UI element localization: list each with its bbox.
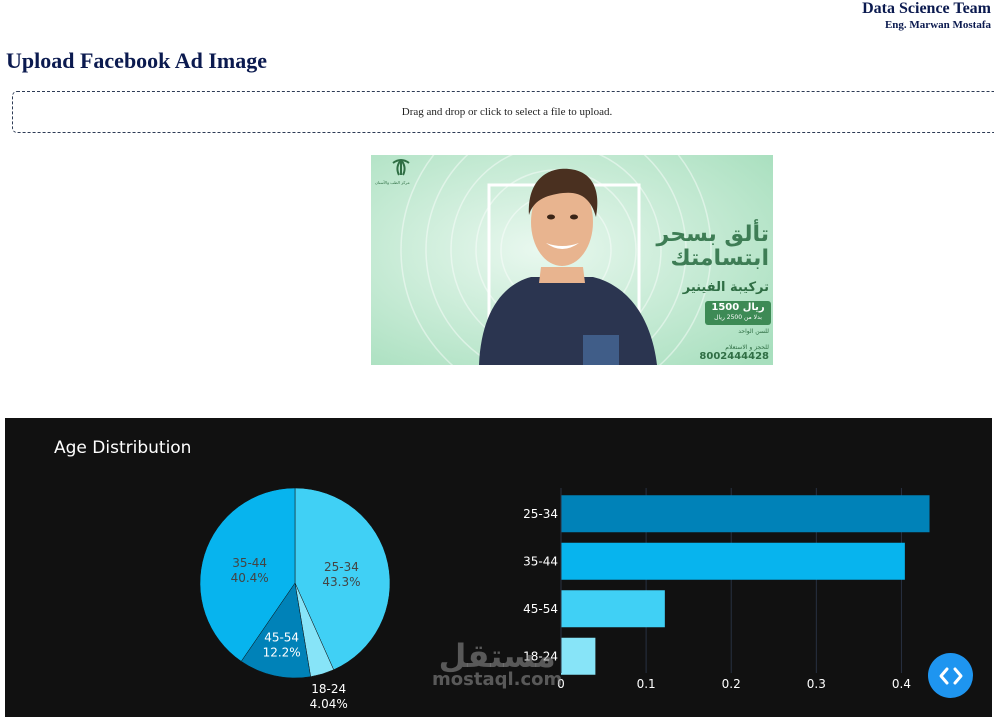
ad-contact-label: للحجز و الاستعلام	[725, 344, 769, 351]
bar-xtick-label: 0.2	[722, 677, 741, 691]
bar-category-label: 35-44	[523, 554, 558, 568]
code-brackets-icon	[939, 667, 962, 684]
team-title: Data Science Team	[862, 0, 991, 17]
bar-category-label: 18-24	[523, 649, 558, 663]
pie-label-18-24: 18-24	[311, 682, 346, 696]
pie-label-25-34: 25-34	[324, 560, 359, 574]
pie-label-35-44: 35-44	[232, 556, 267, 570]
bar-xtick-label: 0.4	[892, 677, 911, 691]
ad-price-badge: 1500 ريال بدلا من 2500 ريال	[705, 301, 771, 325]
file-upload-dropzone[interactable]: Drag and drop or click to select a file …	[12, 91, 994, 133]
bar-category-label: 45-54	[523, 602, 558, 616]
bar-xtick-label: 0.1	[637, 677, 656, 691]
pie-value-25-34: 43.3%	[322, 575, 360, 589]
man-neck	[539, 267, 585, 283]
chart-title: Age Distribution	[54, 438, 191, 458]
bar-35-44[interactable]	[561, 542, 905, 580]
pie-value-18-24: 4.04%	[310, 697, 348, 711]
ad-phone: 8002444428	[699, 351, 769, 362]
ad-service: تركيبة الفينير	[682, 280, 769, 295]
bar-chart: 0 0.1 0.2 0.3 0.4 25-34 35-44 45-54 18-24	[523, 488, 930, 691]
pie-label-45-54: 45-54	[264, 630, 299, 644]
bar-xtick-label: 0	[557, 677, 565, 691]
pie-chart: 25-3443.3% 18-244.04% 45-5412.2% 35-4440.4%	[199, 487, 391, 711]
ad-headline-line2: ابتسامتك	[670, 246, 769, 271]
pie-value-35-44: 40.4%	[231, 571, 269, 585]
uploaded-ad-image: مركز الطب والأسنان تألق بسحر ابتسامتك تر…	[371, 155, 773, 365]
page-title: Upload Facebook Ad Image	[6, 48, 267, 73]
bar-18-24[interactable]	[561, 637, 596, 675]
bar-xtick-label: 0.3	[807, 677, 826, 691]
code-toggle-button[interactable]	[928, 653, 973, 698]
upload-prompt: Drag and drop or click to select a file …	[401, 106, 613, 118]
ad-headline: تألق بسحر ابتسامتك	[657, 223, 769, 271]
age-distribution-panel: Age Distribution 25-34 43.3% 18-24 4.04% 45-…	[5, 418, 992, 717]
pie-value-45-54: 12.2%	[263, 645, 301, 659]
bar-category-label: 25-34	[523, 507, 558, 521]
team-header: Data Science Team Eng. Marwan Mostafa	[862, 0, 991, 32]
bar-25-34[interactable]	[561, 495, 930, 533]
ad-headline-line1: تألق بسحر	[656, 222, 769, 247]
age-distribution-chart: Age Distribution 25-3443.3%18-244.04%45-…	[54, 438, 930, 711]
author-name: Eng. Marwan Mostafa	[884, 19, 991, 31]
ad-price: 1500 ريال	[711, 302, 765, 313]
ad-price-old: بدلا من 2500 ريال	[714, 314, 762, 321]
ad-note: للسن الواحد	[738, 328, 769, 335]
bar-45-54[interactable]	[561, 590, 665, 628]
clinic-name: مركز الطب والأسنان	[375, 180, 410, 185]
